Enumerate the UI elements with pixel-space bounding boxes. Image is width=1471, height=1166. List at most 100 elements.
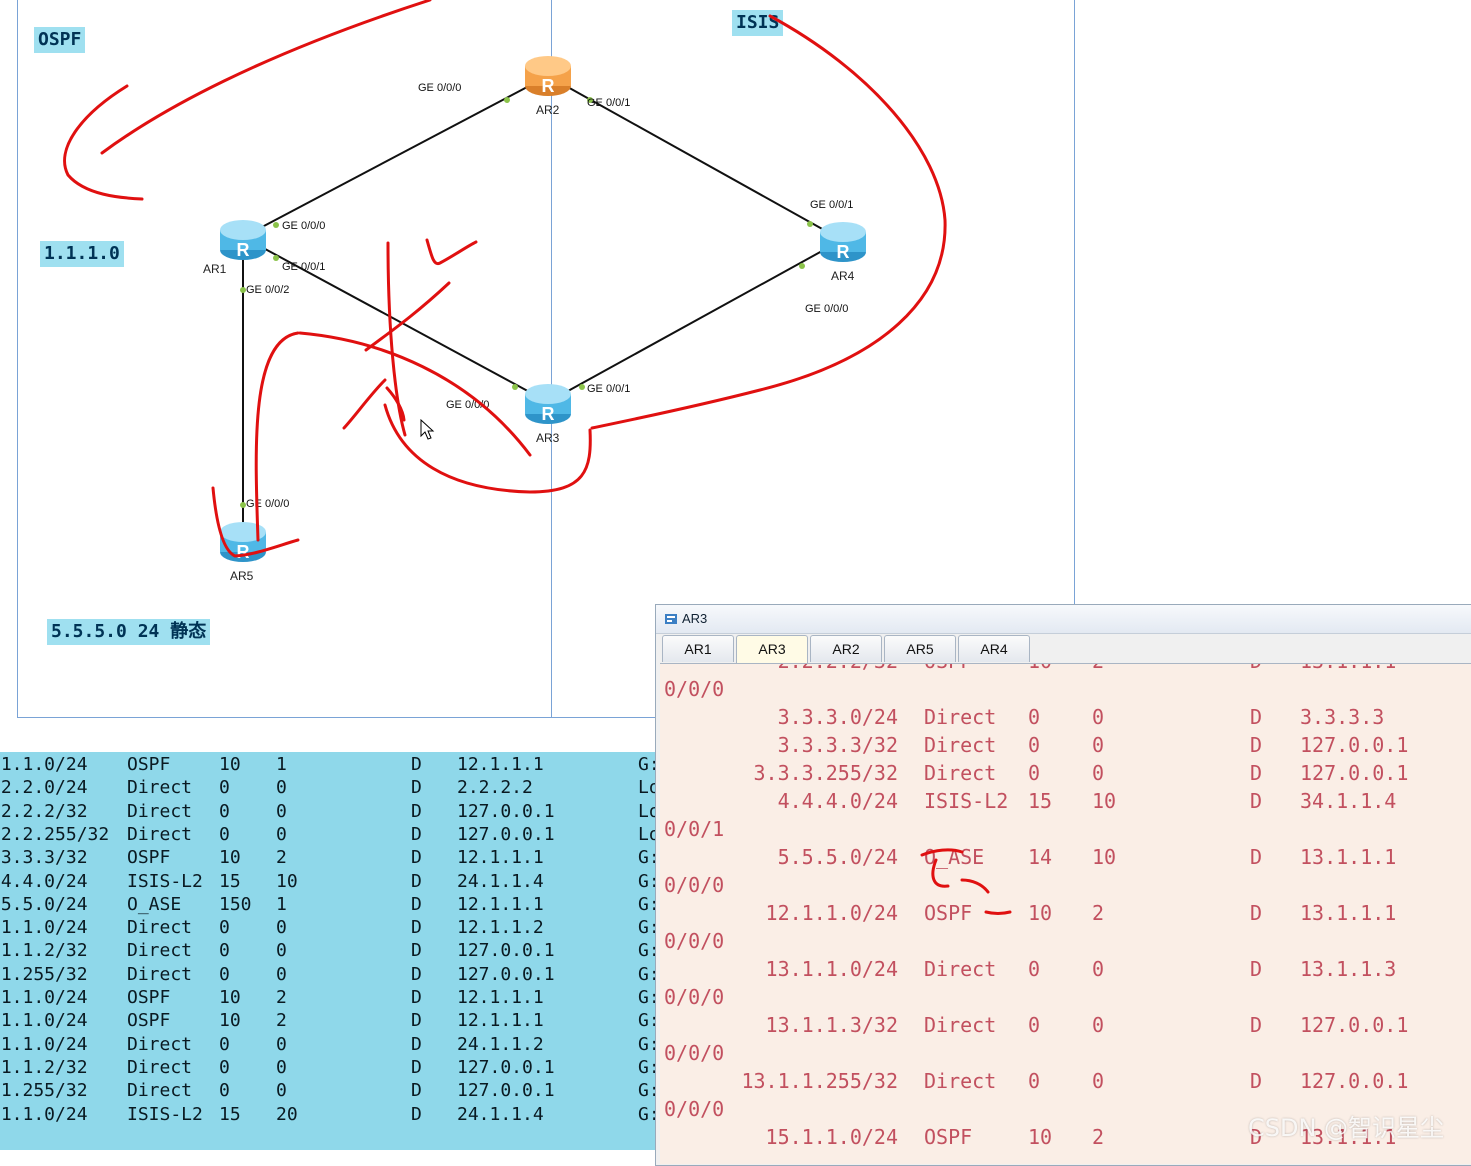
cell-pre: 0 xyxy=(219,1080,230,1102)
router-ar4-icon[interactable]: R xyxy=(818,218,868,264)
tab-ar2[interactable]: AR2 xyxy=(810,635,882,662)
cell-flags: D xyxy=(411,1010,422,1032)
port-dot xyxy=(273,255,279,261)
svg-text:R: R xyxy=(837,242,850,262)
port-label: GE 0/0/1 xyxy=(587,97,631,109)
cell-interface-cont: 0/0/0 xyxy=(664,1097,725,1121)
cell-proto: OSPF xyxy=(127,987,171,1008)
cell-proto: OSPF xyxy=(127,754,171,775)
terminal-route-line: 13.1.1.3/32 Direct 0 0 D 127.0.0.1 xyxy=(660,1011,1471,1039)
cell-pre: 0 xyxy=(219,823,230,845)
tab-ar3[interactable]: AR3 xyxy=(736,635,808,664)
table-row: .1.1.0/24Direct00D24.1.1.2G: xyxy=(0,1033,658,1056)
mouse-cursor-icon xyxy=(420,419,435,440)
table-row: .1.1.0/24Direct00D12.1.1.2G: xyxy=(0,916,658,939)
cell-pre: 10 xyxy=(1028,901,1053,925)
cell-interface-cont: 0/0/0 xyxy=(664,677,725,701)
router-ar5-icon[interactable]: R xyxy=(218,518,268,564)
cell-cost: 0 xyxy=(276,777,287,799)
cell-proto: O_ASE xyxy=(924,845,985,869)
cell-proto: Direct xyxy=(127,1033,193,1055)
cell-proto: Direct xyxy=(924,957,997,981)
table-row: .1.255/32Direct00D127.0.0.1G: xyxy=(0,963,658,986)
cell-interface-cont: 0/0/0 xyxy=(664,1041,725,1065)
cell-interface-cont: 0/0/0 xyxy=(664,985,725,1009)
cell-pre: 0 xyxy=(219,917,230,939)
cell-flags: D xyxy=(1250,789,1263,813)
cell-flags: D xyxy=(411,1033,422,1055)
left-route-table-panel[interactable]: .1.1.0/24OSPF101D12.1.1.1G:.2.2.0/24Dire… xyxy=(0,752,658,1150)
cell-nexthop: 13.1.1.1 xyxy=(1300,845,1397,869)
cell-dest: .1.255/32 xyxy=(0,963,88,985)
cell-cost: 0 xyxy=(1092,761,1105,785)
cell-nexthop: 24.1.1.2 xyxy=(457,1033,544,1055)
table-row: .2.2.255/32 Direct 0 0 D 127.0.0.1 Lo xyxy=(0,823,658,846)
port-dot xyxy=(273,222,279,228)
tab-ar1[interactable]: AR1 xyxy=(662,635,734,662)
table-row: .1.255/32Direct00D127.0.0.1G: xyxy=(0,1079,658,1102)
tab-ar5[interactable]: AR5 xyxy=(884,635,956,662)
cell-pre: 10 xyxy=(1028,1125,1053,1149)
cell-proto: Direct xyxy=(924,705,997,729)
cell-dest: 15.1.1.0/24 xyxy=(765,1125,898,1149)
terminal-continuation-line: 0/0/1 xyxy=(660,815,1471,843)
ar3-terminal-window[interactable]: AR3 AR1 AR3 AR2 AR5 AR4 2.2.2.2/32 OSPF 10… xyxy=(655,604,1471,1166)
cell-interface-cont: 0/0/0 xyxy=(664,929,725,953)
router-ar2-icon[interactable]: R xyxy=(523,52,573,98)
cell-dest: .2.2.2/32 xyxy=(0,800,88,822)
terminal-route-line: 3.3.3.0/24 Direct 0 0 D 3.3.3.3 xyxy=(660,703,1471,731)
device-label-ar5: AR5 xyxy=(230,569,254,583)
terminal-titlebar[interactable]: AR3 xyxy=(656,605,1471,634)
router-ar3-icon[interactable]: R xyxy=(523,380,573,426)
terminal-continuation-line: 0/0/0 xyxy=(660,983,1471,1011)
cell-proto: OSPF xyxy=(127,1010,171,1032)
cell-cost: 0 xyxy=(276,800,287,822)
tab-ar4[interactable]: AR4 xyxy=(958,635,1030,662)
cell-proto: Direct xyxy=(924,1013,997,1037)
cell-dest: .1.1.0/24 xyxy=(0,987,88,1008)
cell-cost: 0 xyxy=(276,823,287,845)
cell-cost: 2 xyxy=(1092,664,1104,675)
cell-nexthop: 12.1.1.1 xyxy=(457,893,544,915)
svg-text:R: R xyxy=(542,76,555,96)
table-row: .3.3.3/32OSPF102D12.1.1.1G: xyxy=(0,846,658,869)
cell-dest: .3.3.3/32 xyxy=(0,847,88,869)
terminal-route-line: 3.3.3.255/32 Direct 0 0 D 127.0.0.1 xyxy=(660,759,1471,787)
cell-proto: Direct xyxy=(924,1069,997,1093)
cell-nexthop: 34.1.1.4 xyxy=(1300,789,1397,813)
cell-nexthop: 12.1.1.1 xyxy=(457,1010,544,1032)
router-ar1-icon[interactable]: R xyxy=(218,216,268,262)
cell-flags: D xyxy=(411,870,422,892)
cell-pre: 0 xyxy=(1028,761,1041,785)
terminal-route-line: 2.2.2.2/32 OSPF 10 2 D 13.1.1.1 xyxy=(660,664,1471,675)
cell-dest: .1.1.0/24 xyxy=(0,1010,88,1032)
link-ar4-ar3 xyxy=(547,239,843,403)
cell-dest: .1.1.0/24 xyxy=(0,1033,88,1055)
cell-cost: 0 xyxy=(276,963,287,985)
cell-nexthop: 127.0.0.1 xyxy=(457,963,555,985)
cell-pre: 0 xyxy=(219,1033,230,1055)
cell-flags: D xyxy=(411,893,422,915)
terminal-route-line: 13.1.1.255/32 Direct 0 0 D 127.0.0.1 xyxy=(660,1067,1471,1095)
terminal-route-line: 3.3.3.3/32 Direct 0 0 D 127.0.0.1 xyxy=(660,731,1471,759)
port-label: GE 0/0/0 xyxy=(418,82,462,94)
cell-dest: .4.4.0/24 xyxy=(0,870,88,892)
cell-interface-cont: 0/0/1 xyxy=(664,817,725,841)
cell-flags: D xyxy=(1250,957,1263,981)
cell-dest: 4.4.4.0/24 xyxy=(777,789,898,813)
table-row: .1.1.0/24OSPF102D12.1.1.1G: xyxy=(0,986,658,1009)
port-dot xyxy=(579,384,585,390)
terminal-route-line: 5.5.5.0/24 O_ASE 14 10 D 13.1.1.1 xyxy=(660,843,1471,871)
terminal-route-line: 13.1.1.0/24 Direct 0 0 D 13.1.1.3 xyxy=(660,955,1471,983)
cell-proto: ISIS-L2 xyxy=(127,1103,203,1125)
cell-cost: 0 xyxy=(1092,733,1105,757)
terminal-output[interactable]: 2.2.2.2/32OSPF102D13.1.1.10/0/03.3.3.0/2… xyxy=(660,663,1471,1164)
watermark: CSDN @智识星尘 xyxy=(1248,1114,1445,1142)
cell-cost: 1 xyxy=(276,893,287,915)
cell-flags: D xyxy=(411,987,422,1008)
cell-pre: 10 xyxy=(219,987,241,1008)
cell-flags: D xyxy=(411,1080,422,1102)
cell-flags: D xyxy=(411,847,422,869)
cell-nexthop: 127.0.0.1 xyxy=(457,1080,555,1102)
cell-flags: D xyxy=(1250,733,1263,757)
